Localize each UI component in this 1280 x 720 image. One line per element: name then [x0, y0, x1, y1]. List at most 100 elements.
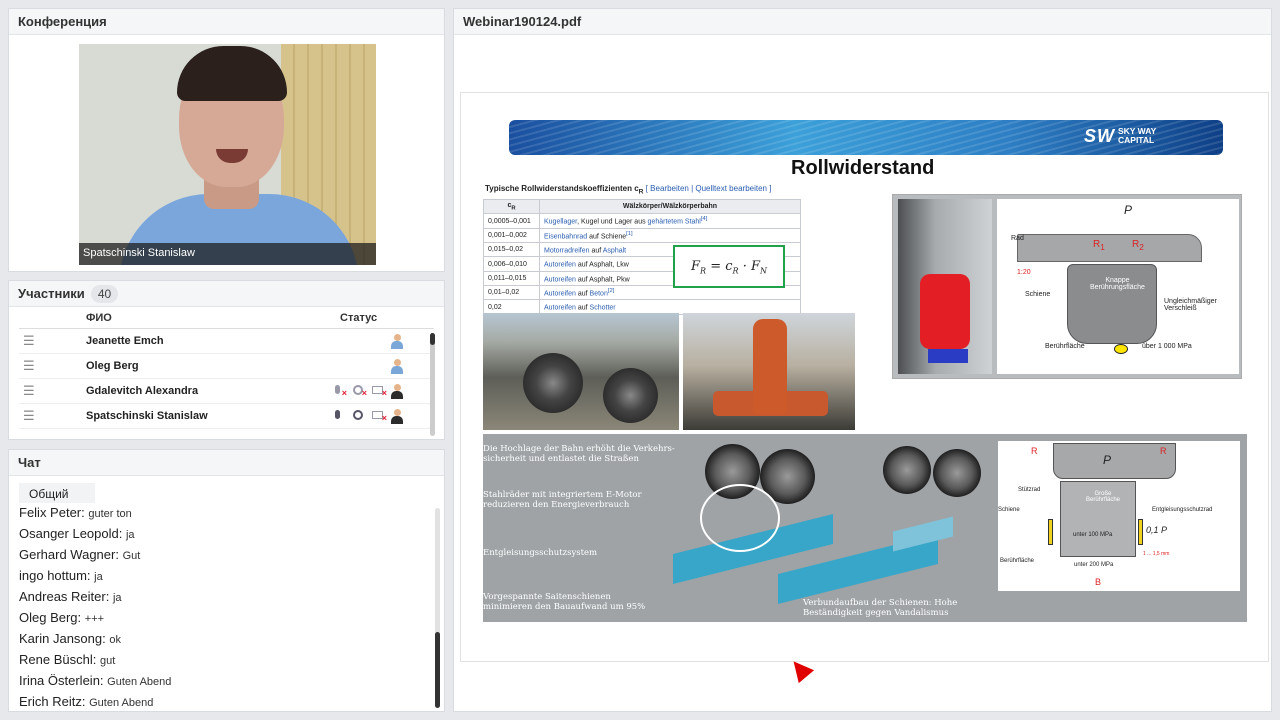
chat-message: Karin Jansong: ok	[19, 631, 429, 652]
conference-title: Конференция	[9, 9, 444, 35]
table-title-sub: R	[638, 188, 644, 196]
chat-title: Чат	[9, 450, 444, 476]
column-name-header[interactable]: ФИО	[86, 312, 340, 324]
chat-text: gut	[99, 655, 116, 667]
skyway-logo-mark: SW	[1084, 126, 1115, 146]
drag-handle-icon[interactable]: ☰	[19, 358, 86, 374]
participant-row[interactable]: ☰ Oleg Berg	[19, 354, 434, 379]
drag-handle-icon[interactable]: ☰	[19, 408, 86, 424]
chat-author: Felix Peter:	[19, 505, 85, 520]
participant-name: Spatschinski Stanislaw	[86, 410, 208, 422]
chat-text: guter ton	[88, 508, 132, 520]
table-header-pair: Wälzkörper/Wälzkörperbahn	[539, 198, 801, 215]
mic-on-icon[interactable]	[330, 408, 346, 424]
participant-status	[324, 358, 404, 374]
pdf-page[interactable]: SW SKY WAY CAPITAL Rollwiderstand Typisc…	[460, 92, 1269, 662]
user-icon	[390, 358, 404, 374]
chat-message: Osanger Leopold: ja	[19, 526, 429, 547]
chat-scroll-thumb[interactable]	[435, 632, 440, 708]
table-header-c: cR	[483, 198, 540, 215]
video-caption: Spatschinski Stanislaw	[79, 243, 376, 265]
chat-author: ingo hottum:	[19, 568, 91, 583]
chat-tab-general[interactable]: Общий	[18, 482, 96, 504]
chat-author: Andreas Reiter:	[19, 589, 110, 604]
drag-handle-icon[interactable]: ☰	[19, 383, 86, 399]
participant-row[interactable]: ☰ Jeanette Emch	[19, 329, 434, 354]
chat-author: Rene Büschl:	[19, 652, 97, 667]
participant-status: × × ×	[324, 383, 404, 399]
table-title: Typische Rollwiderstandskoeffizienten cR…	[485, 184, 771, 196]
user-icon	[390, 408, 404, 424]
participants-pod: Участники 40 ФИО Статус ☰ Jeanette Emch …	[8, 280, 445, 440]
mic-muted-icon[interactable]: ×	[330, 383, 347, 399]
chat-messages: Felix Peter: guter ton Osanger Leopold: …	[19, 505, 429, 715]
drag-handle-icon[interactable]: ☰	[19, 333, 86, 349]
participant-row[interactable]: ☰ Gdalevitch Alexandra × × ×	[19, 379, 434, 404]
chat-message: Andreas Reiter: ja	[19, 589, 429, 610]
chat-message: Erich Reitz: Guten Abend	[19, 694, 429, 715]
column-status-header[interactable]: Статус	[340, 312, 377, 324]
contact-diagram: P Rad R1 R2 1:20 Knappe Berührungsfläche…	[997, 199, 1239, 374]
table-edit-links: [ Bearbeiten | Quelltext bearbeiten ]	[645, 184, 772, 193]
participants-scroll-thumb[interactable]	[430, 333, 435, 345]
participants-title: Участники	[18, 286, 85, 301]
chat-text: ok	[109, 634, 121, 646]
chat-message: Gerhard Wagner: Gut	[19, 547, 429, 568]
pdf-share-pod: Webinar190124.pdf SW SKY WAY CAPITAL Rol…	[453, 8, 1272, 712]
chat-message: Felix Peter: guter ton	[19, 505, 429, 526]
table-header-row: cR Wälzkörper/Wälzkörperbahn	[483, 198, 801, 215]
wheel-cross-section	[898, 199, 992, 374]
screen-off-icon[interactable]: ×	[370, 408, 387, 424]
chat-text: ja	[112, 592, 122, 604]
chat-author: Erich Reitz:	[19, 694, 86, 709]
chat-text: Gut	[122, 550, 141, 562]
rail-model-photo	[683, 313, 855, 430]
camera-on-icon[interactable]	[350, 408, 366, 424]
video-feed[interactable]: Spatschinski Stanislaw	[79, 44, 376, 265]
slide-title: Rollwiderstand	[791, 157, 935, 179]
participant-name: Jeanette Emch	[86, 335, 164, 347]
chat-author: Karin Jansong:	[19, 631, 106, 646]
rolling-resistance-formula: FR = cR · FN	[673, 245, 785, 288]
participant-status: ×	[324, 408, 404, 424]
user-icon	[390, 333, 404, 349]
chat-message: Rene Büschl: gut	[19, 652, 429, 673]
skyway-track-illustration: Die Hochlage der Bahn erhöht die Verkehr…	[483, 434, 1247, 622]
highlight-circle	[700, 484, 780, 552]
wheel-rail-diagram: P Rad R1 R2 1:20 Knappe Berührungsfläche…	[892, 194, 1242, 379]
participants-scrollbar[interactable]	[430, 333, 435, 436]
chat-text: Guten Abend	[107, 676, 172, 688]
participants-count-badge: 40	[90, 284, 119, 303]
chat-message: ingo hottum: ja	[19, 568, 429, 589]
table-row: 0,001–0,002 Eisenbahnrad auf Schiene[1]	[483, 227, 801, 244]
conference-pod: Конференция Spatschinski Stanislaw	[8, 8, 445, 272]
participant-name: Oleg Berg	[86, 360, 139, 372]
pdf-title: Webinar190124.pdf	[454, 9, 1271, 35]
table-title-text: Typische Rollwiderstandskoeffizienten c	[485, 184, 639, 193]
chat-text: ja	[125, 529, 135, 541]
chat-author: Gerhard Wagner:	[19, 547, 119, 562]
skyway-logo-text: SKY WAY CAPITAL	[1118, 127, 1178, 145]
camera-off-icon[interactable]: ×	[350, 383, 367, 399]
participant-name: Gdalevitch Alexandra	[86, 385, 199, 397]
chat-text: Guten Abend	[89, 697, 154, 709]
chat-message: Oleg Berg: +++	[19, 610, 429, 631]
slide-banner: SW SKY WAY CAPITAL	[509, 120, 1223, 155]
screen-off-icon[interactable]: ×	[370, 383, 387, 399]
banner-pattern	[509, 120, 1223, 155]
logo-line-2: CAPITAL	[1118, 135, 1155, 145]
load-distribution-schema: R R P Stützrad Große Berührfläche Schien…	[998, 441, 1240, 591]
chat-author: Oleg Berg:	[19, 610, 82, 625]
participant-status	[324, 333, 404, 349]
chat-author: Irina Österlein:	[19, 673, 104, 688]
participant-row[interactable]: ☰ Spatschinski Stanislaw ×	[19, 404, 434, 429]
chat-author: Osanger Leopold:	[19, 526, 123, 541]
table-row: 0,0005–0,001 Kugellager, Kugel und Lager …	[483, 213, 801, 229]
participants-header: Участники 40	[9, 281, 444, 307]
chat-text: ja	[94, 571, 103, 583]
participants-columns: ФИО Статус	[19, 307, 434, 329]
chat-text: +++	[84, 613, 105, 625]
chat-pod: Чат Общий Felix Peter: guter ton Osanger…	[8, 449, 445, 712]
train-bogie-photo	[483, 313, 679, 430]
chat-message: Irina Österlein: Guten Abend	[19, 673, 429, 694]
